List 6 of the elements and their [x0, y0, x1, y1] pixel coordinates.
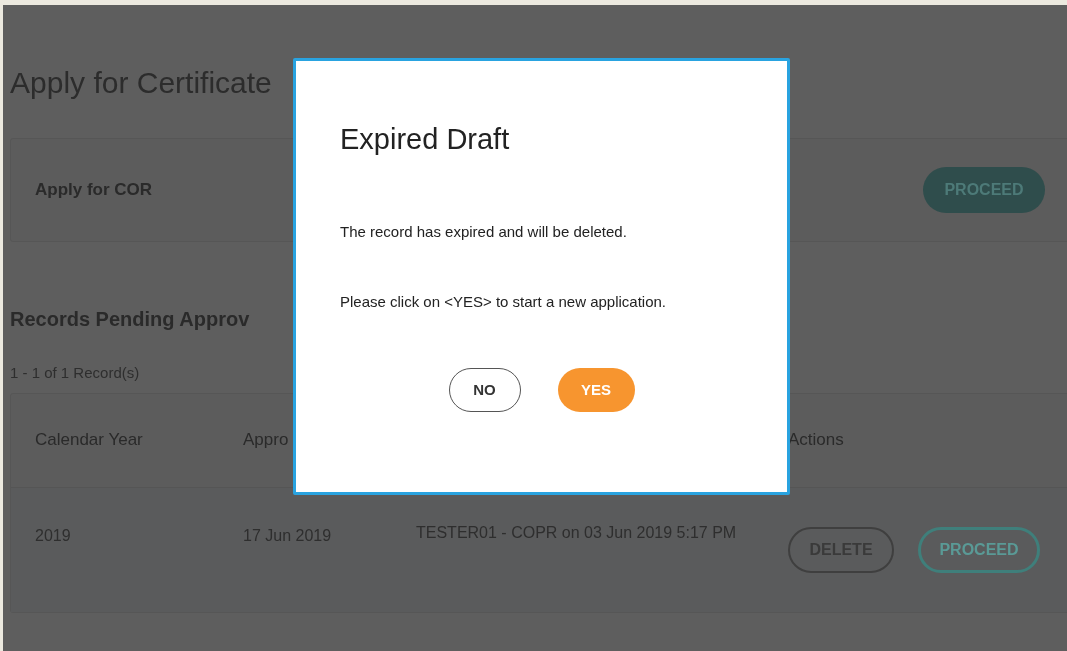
dialog-message: The record has expired and will be deleted. [340, 222, 627, 242]
dialog-title: Expired Draft [340, 122, 510, 157]
dialog-message: Please click on <YES> to start a new application. [340, 292, 666, 312]
dialog-button[interactable]: YES [557, 368, 635, 412]
dialog-button[interactable]: NO [448, 368, 521, 412]
action-button[interactable]: PROCEED [918, 526, 1040, 573]
